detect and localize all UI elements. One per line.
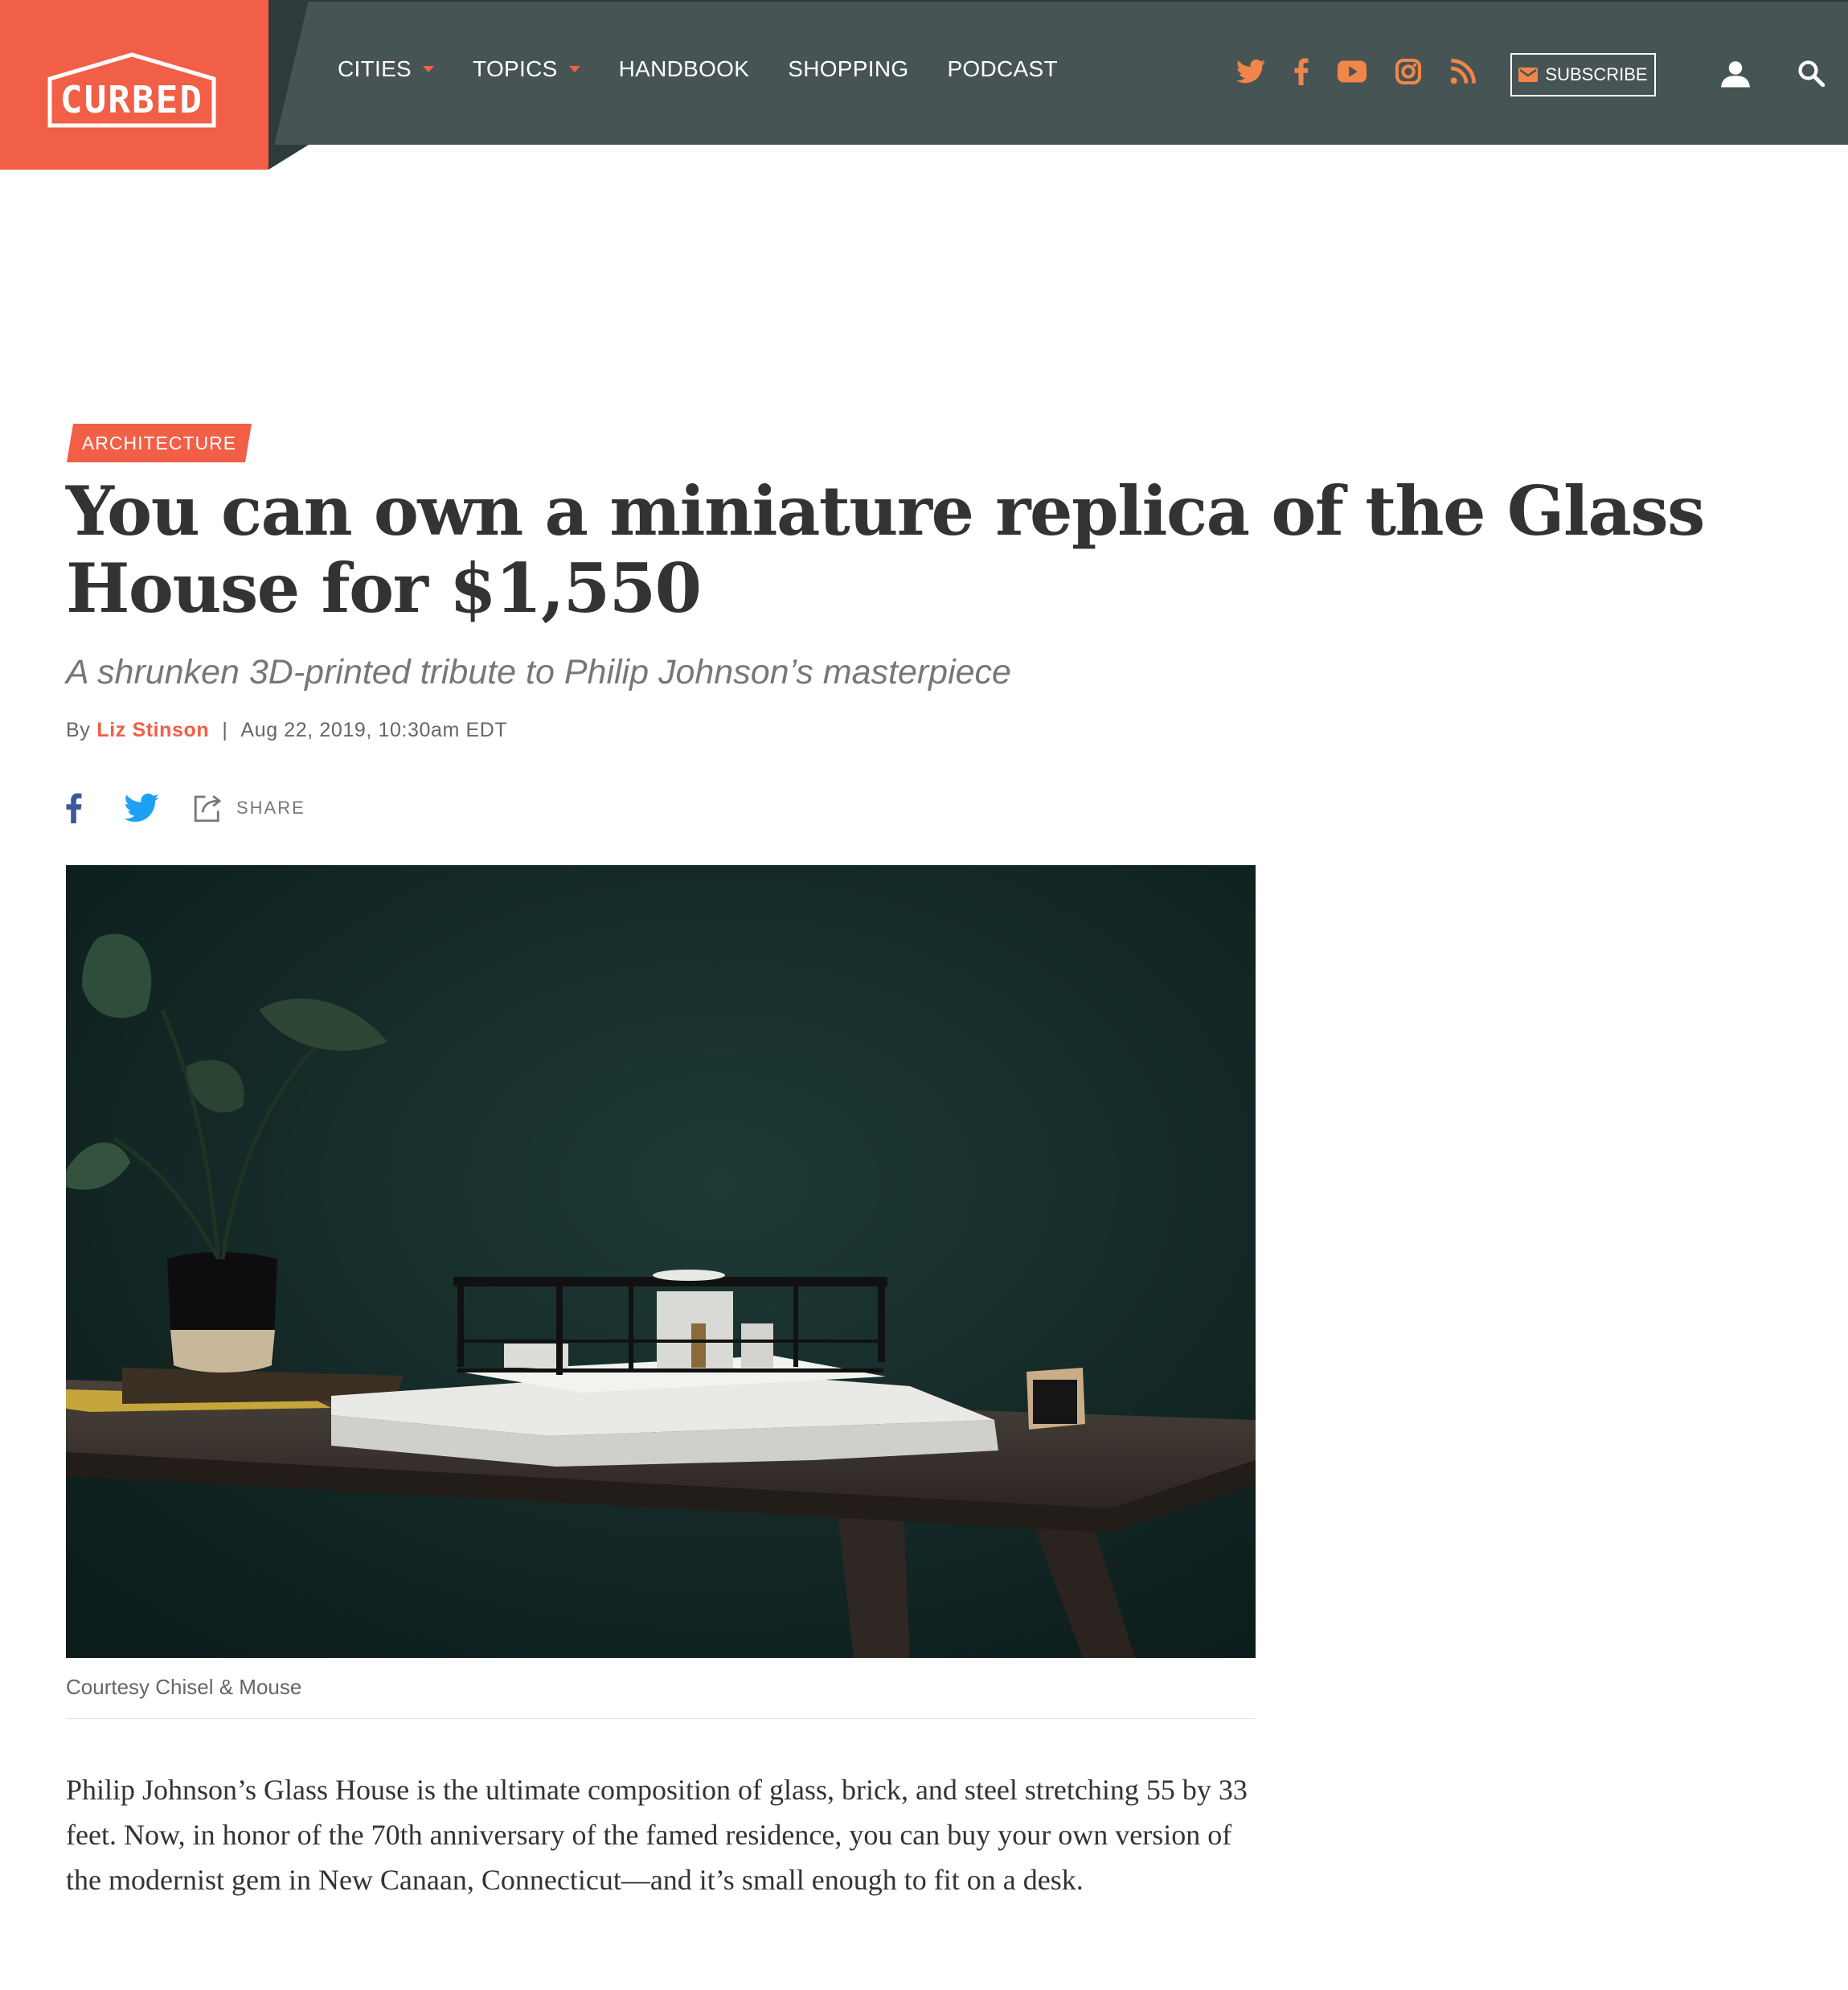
byline: By Liz Stinson | Aug 22, 2019, 10:30am E… bbox=[66, 719, 507, 742]
hero-image bbox=[66, 865, 1256, 1658]
share-label: SHARE bbox=[236, 798, 305, 818]
model-floor-edge bbox=[457, 1368, 883, 1372]
publish-date: Aug 22, 2019, 10:30am EDT bbox=[240, 719, 508, 741]
youtube-icon[interactable] bbox=[1338, 60, 1367, 83]
instagram-icon[interactable] bbox=[1395, 59, 1421, 84]
rss-icon[interactable] bbox=[1450, 59, 1476, 84]
share-bar: SHARE bbox=[66, 791, 305, 825]
subscribe-button[interactable]: SUBSCRIBE bbox=[1510, 53, 1656, 96]
chevron-down-icon bbox=[568, 66, 580, 72]
nav-item-topics[interactable]: TOPICS bbox=[473, 56, 580, 82]
model-door bbox=[691, 1323, 706, 1368]
nav-item-podcast[interactable]: PODCAST bbox=[947, 56, 1057, 82]
facebook-icon[interactable] bbox=[1294, 58, 1309, 85]
main-nav: CITIES TOPICS HANDBOOK SHOPPING PODCAST bbox=[338, 56, 1096, 82]
author-link[interactable]: Liz Stinson bbox=[96, 719, 209, 742]
curbed-logo: CURBED bbox=[47, 52, 216, 128]
byline-separator: | bbox=[222, 719, 228, 741]
plant-pot-base bbox=[170, 1330, 275, 1372]
nav-item-cities[interactable]: CITIES bbox=[338, 56, 435, 82]
curbed-logo-block[interactable]: CURBED bbox=[0, 0, 268, 170]
nav-item-label: SHOPPING bbox=[788, 56, 909, 81]
subscribe-label: SUBSCRIBE bbox=[1545, 64, 1648, 84]
nav-item-label: PODCAST bbox=[947, 56, 1058, 81]
twitter-share-icon[interactable] bbox=[124, 794, 159, 823]
facebook-share-icon[interactable] bbox=[66, 793, 82, 823]
image-caption: Courtesy Chisel & Mouse bbox=[66, 1675, 302, 1699]
section-label: ARCHITECTURE bbox=[81, 432, 237, 453]
share-button[interactable]: SHARE bbox=[191, 791, 305, 825]
logo-text: CURBED bbox=[60, 78, 203, 121]
model-wall-piece bbox=[741, 1323, 773, 1368]
section-badge[interactable]: ARCHITECTURE bbox=[67, 424, 252, 462]
chevron-down-icon bbox=[423, 66, 435, 72]
logo-shadow-bottom bbox=[268, 145, 309, 170]
wooden-cube-grille bbox=[1033, 1380, 1077, 1424]
article-headline: You can own a miniature replica of the G… bbox=[66, 471, 1705, 628]
article-body-paragraph: Philip Johnson’s Glass House is the ulti… bbox=[66, 1774, 1248, 1896]
article-dek: A shrunken 3D-printed tribute to Philip … bbox=[66, 653, 1011, 691]
caption-divider bbox=[66, 1718, 1256, 1719]
share-icon bbox=[194, 795, 222, 823]
envelope-icon bbox=[1518, 68, 1539, 82]
byline-prefix: By bbox=[66, 719, 91, 741]
user-icon[interactable] bbox=[1721, 60, 1750, 88]
nav-item-label: HANDBOOK bbox=[618, 56, 750, 81]
model-rail bbox=[457, 1340, 883, 1343]
social-links bbox=[1236, 58, 1505, 85]
search-icon[interactable] bbox=[1797, 59, 1825, 87]
plant-leaf bbox=[82, 933, 152, 1018]
nav-item-shopping[interactable]: SHOPPING bbox=[788, 56, 908, 82]
twitter-icon[interactable] bbox=[1236, 59, 1265, 84]
nav-item-handbook[interactable]: HANDBOOK bbox=[619, 56, 750, 82]
nav-item-label: TOPICS bbox=[473, 56, 558, 81]
model-chimney bbox=[653, 1270, 725, 1281]
nav-item-label: CITIES bbox=[338, 56, 412, 81]
